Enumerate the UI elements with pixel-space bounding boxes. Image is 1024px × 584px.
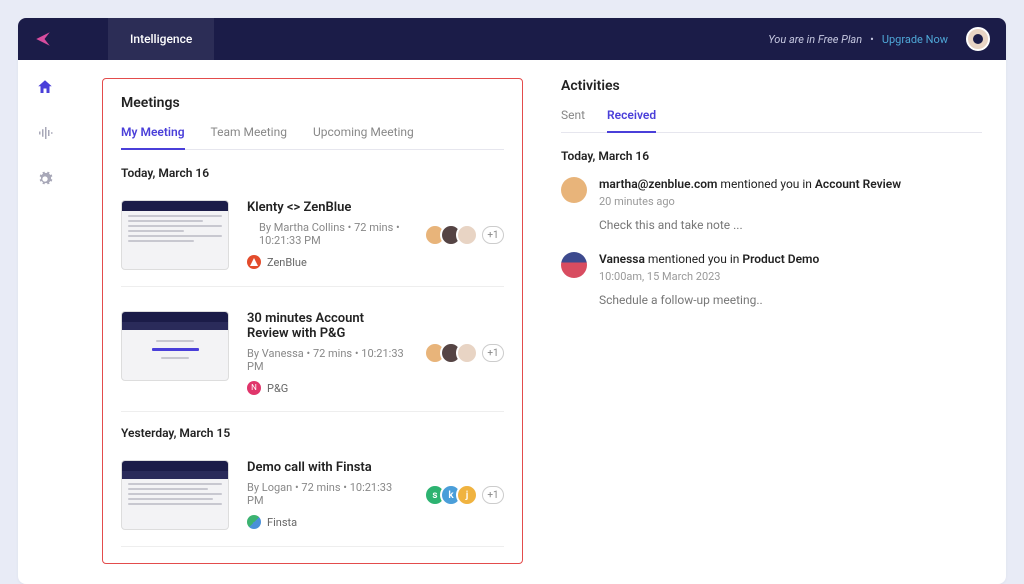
date-header: Yesterday, March 15: [121, 426, 504, 440]
meetings-highlight-box: Meetings My Meeting Team Meeting Upcomin…: [102, 78, 523, 564]
activities-tabs: Sent Received: [561, 108, 982, 133]
meeting-org: ZenBlue: [247, 255, 406, 269]
plan-label: You are in Free Plan: [768, 33, 862, 46]
waveform-icon[interactable]: [36, 124, 54, 142]
activity-item[interactable]: martha@zenblue.com mentioned you in Acco…: [561, 177, 982, 232]
tab-received[interactable]: Received: [607, 108, 656, 133]
attendee-stack[interactable]: +1: [424, 200, 504, 270]
meeting-thumbnail: [121, 200, 229, 270]
more-badge: +1: [482, 226, 504, 244]
tab-upcoming-meeting[interactable]: Upcoming Meeting: [313, 125, 414, 149]
meetings-title: Meetings: [121, 95, 504, 111]
org-icon: [247, 515, 261, 529]
app-header: Intelligence You are in Free Plan • Upgr…: [18, 18, 1006, 60]
meeting-title: Demo call with Finsta: [247, 460, 406, 475]
meeting-org: N P&G: [247, 381, 406, 395]
date-header: Today, March 16: [121, 166, 504, 180]
meeting-item[interactable]: 30 minutes Account Review with P&G By Va…: [121, 301, 504, 412]
meeting-thumbnail: [121, 460, 229, 530]
meeting-item[interactable]: Demo call with Finsta By Logan • 72 mins…: [121, 450, 504, 547]
avatar: [456, 224, 478, 246]
separator: •: [870, 33, 874, 46]
org-icon: [247, 255, 261, 269]
meeting-org: Finsta: [247, 515, 406, 529]
more-badge: +1: [482, 344, 504, 362]
activity-time: 10:00am, 15 March 2023: [599, 270, 982, 283]
meeting-title: 30 minutes Account Review with P&G: [247, 311, 406, 341]
upgrade-link[interactable]: Upgrade Now: [882, 33, 948, 46]
org-icon: N: [247, 381, 261, 395]
attendee-stack[interactable]: +1: [424, 311, 504, 395]
meeting-meta: By Martha Collins • 72 mins • 10:21:33 P…: [259, 221, 406, 247]
meeting-item[interactable]: Klenty <> ZenBlue By Martha Collins • 72…: [121, 190, 504, 287]
avatar: j: [456, 484, 478, 506]
meeting-meta: By Vanessa • 72 mins • 10:21:33 PM: [247, 347, 406, 373]
activity-avatar: [561, 177, 587, 203]
meeting-item[interactable]: Account Review By Sanjana • 72 mins • 10…: [121, 561, 504, 564]
activity-date-header: Today, March 16: [561, 149, 982, 163]
meeting-title: Klenty <> ZenBlue: [247, 200, 406, 215]
sidebar: [18, 60, 72, 188]
gear-icon[interactable]: [36, 170, 54, 188]
user-avatar[interactable]: [966, 27, 990, 51]
activities-title: Activities: [561, 78, 982, 94]
activity-message: Check this and take note ...: [599, 218, 982, 232]
tab-sent[interactable]: Sent: [561, 108, 585, 132]
more-badge: +1: [482, 486, 504, 504]
activity-time: 20 minutes ago: [599, 195, 982, 208]
meetings-tabs: My Meeting Team Meeting Upcoming Meeting: [121, 125, 504, 150]
activity-item[interactable]: Vanessa mentioned you in Product Demo 10…: [561, 252, 982, 307]
attendee-stack[interactable]: s k j +1: [424, 460, 504, 530]
activity-text: martha@zenblue.com mentioned you in Acco…: [599, 177, 982, 191]
app-logo-icon[interactable]: [34, 30, 52, 48]
home-icon[interactable]: [36, 78, 54, 96]
activity-message: Schedule a follow-up meeting..: [599, 293, 982, 307]
meeting-meta: By Logan • 72 mins • 10:21:33 PM: [247, 481, 406, 507]
tab-team-meeting[interactable]: Team Meeting: [211, 125, 287, 149]
activity-text: Vanessa mentioned you in Product Demo: [599, 252, 982, 266]
header-tab-intelligence[interactable]: Intelligence: [108, 18, 214, 60]
activity-avatar: [561, 252, 587, 278]
tab-my-meeting[interactable]: My Meeting: [121, 125, 185, 150]
avatar: [456, 342, 478, 364]
meeting-thumbnail: [121, 311, 229, 381]
